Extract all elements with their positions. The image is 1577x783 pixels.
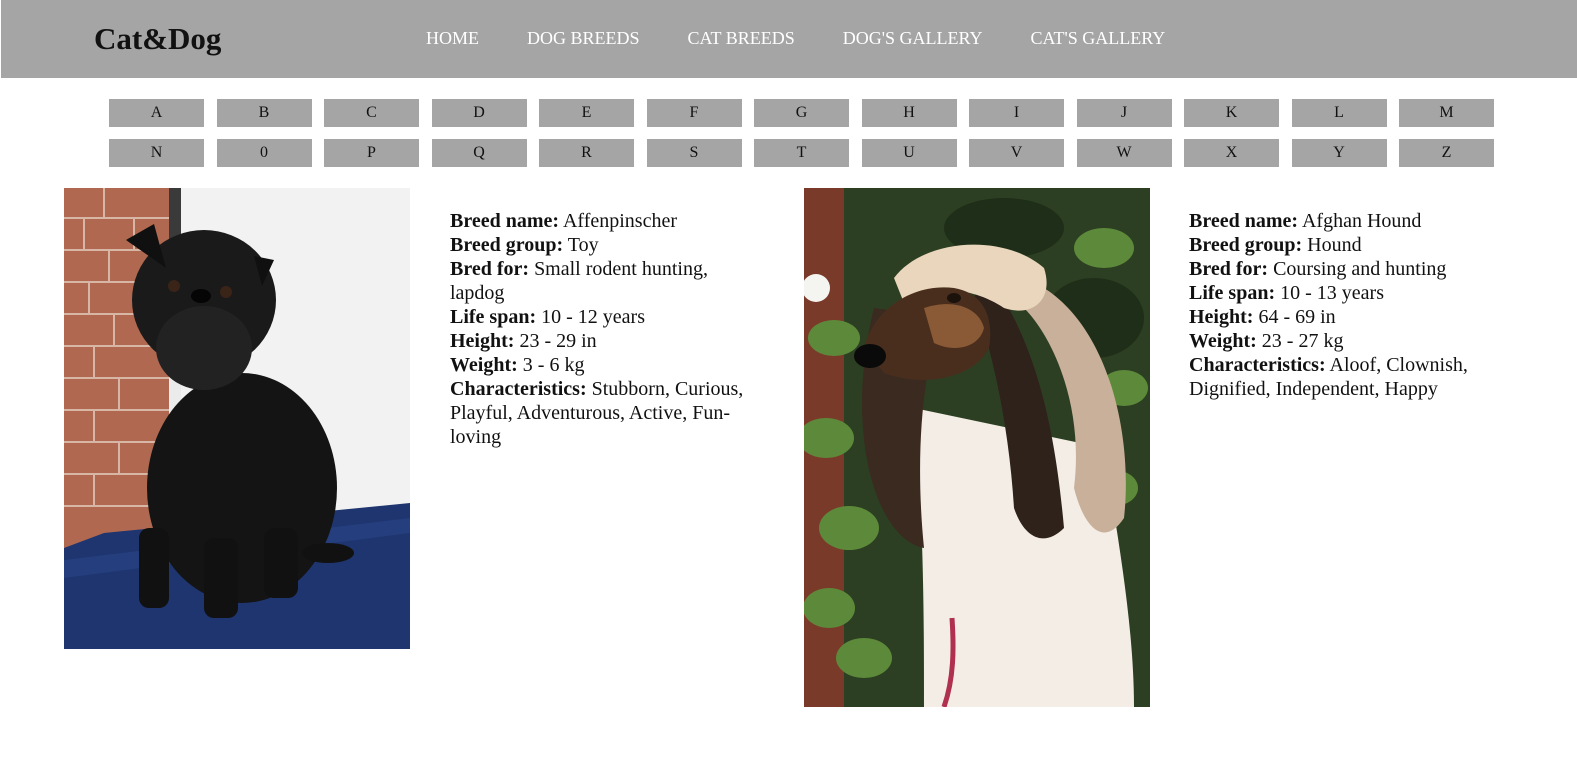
weight-label: Weight: [450, 354, 518, 376]
letter-button-s[interactable]: S [646, 139, 742, 167]
height-label: Height: [1189, 306, 1254, 328]
breed-photo-affenpinscher [64, 188, 410, 649]
characteristics-row: Characteristics: Stubborn, Curious, Play… [450, 377, 765, 449]
breed-name-value: Affenpinscher [562, 210, 678, 232]
characteristics-label: Characteristics: [450, 378, 587, 400]
alphabet-filter: A B C D E F G H I J K L M N 0 P Q R S T … [109, 99, 1494, 167]
letter-button-b[interactable]: B [216, 99, 312, 127]
height-row: Height: 23 - 29 in [450, 329, 765, 353]
weight-label: Weight: [1189, 330, 1257, 352]
letter-button-q[interactable]: Q [431, 139, 527, 167]
life-span-row: Life span: 10 - 12 years [450, 305, 765, 329]
bred-for-label: Bred for: [450, 258, 530, 280]
letter-button-g[interactable]: G [754, 99, 849, 127]
height-label: Height: [450, 330, 515, 352]
letter-button-j[interactable]: J [1076, 99, 1172, 127]
main-nav: HOME DOG BREEDS CAT BREEDS DOG'S GALLERY… [426, 27, 1165, 49]
breed-name-row: Breed name: Affenpinscher [450, 209, 765, 233]
letter-button-t[interactable]: T [754, 139, 849, 167]
navbar: Cat&Dog HOME DOG BREEDS CAT BREEDS DOG'S… [1, 0, 1577, 78]
letter-button-x[interactable]: X [1184, 139, 1279, 167]
letter-button-o[interactable]: 0 [216, 139, 312, 167]
breed-group-row: Breed group: Toy [450, 233, 765, 257]
breed-group-value: Toy [567, 234, 599, 256]
weight-value: 3 - 6 kg [522, 354, 585, 376]
breed-group-value: Hound [1307, 234, 1362, 256]
letter-button-w[interactable]: W [1076, 139, 1172, 167]
height-value: 23 - 29 in [519, 330, 597, 352]
site-logo[interactable]: Cat&Dog [94, 20, 221, 58]
letter-button-n[interactable]: N [109, 139, 204, 167]
height-row: Height: 64 - 69 in [1189, 305, 1519, 329]
characteristics-row: Characteristics: Aloof, Clownish, Dignif… [1189, 353, 1519, 401]
letter-button-z[interactable]: Z [1399, 139, 1494, 167]
breed-group-row: Breed group: Hound [1189, 233, 1519, 257]
letter-button-y[interactable]: Y [1291, 139, 1387, 167]
letter-button-d[interactable]: D [431, 99, 527, 127]
breed-name-label: Breed name: [450, 210, 560, 232]
breed-name-label: Breed name: [1189, 210, 1299, 232]
bred-for-row: Bred for: Small rodent hunting, lapdog [450, 257, 765, 305]
bred-for-row: Bred for: Coursing and hunting [1189, 257, 1519, 281]
breed-info-afghan-hound: Breed name: Afghan Hound Breed group: Ho… [1189, 209, 1519, 401]
nav-cats-gallery[interactable]: CAT'S GALLERY [1030, 27, 1165, 49]
letter-button-r[interactable]: R [539, 139, 634, 167]
characteristics-label: Characteristics: [1189, 354, 1326, 376]
letter-button-h[interactable]: H [861, 99, 957, 127]
weight-row: Weight: 3 - 6 kg [450, 353, 765, 377]
letter-button-l[interactable]: L [1291, 99, 1387, 127]
life-span-label: Life span: [450, 306, 537, 328]
life-span-value: 10 - 12 years [541, 306, 645, 328]
breed-name-row: Breed name: Afghan Hound [1189, 209, 1519, 233]
nav-home[interactable]: HOME [426, 27, 479, 49]
breed-photo-afghan-hound [804, 188, 1150, 707]
height-value: 64 - 69 in [1258, 306, 1336, 328]
letter-button-e[interactable]: E [539, 99, 634, 127]
letter-button-p[interactable]: P [324, 139, 419, 167]
weight-row: Weight: 23 - 27 kg [1189, 329, 1519, 353]
life-span-value: 10 - 13 years [1280, 282, 1384, 304]
letter-button-k[interactable]: K [1184, 99, 1279, 127]
breed-group-label: Breed group: [1189, 234, 1303, 256]
bred-for-label: Bred for: [1189, 258, 1269, 280]
life-span-row: Life span: 10 - 13 years [1189, 281, 1519, 305]
life-span-label: Life span: [1189, 282, 1276, 304]
breed-info-affenpinscher: Breed name: Affenpinscher Breed group: T… [450, 209, 765, 449]
breed-group-label: Breed group: [450, 234, 564, 256]
bred-for-value: Coursing and hunting [1273, 258, 1447, 280]
letter-button-c[interactable]: C [324, 99, 419, 127]
breed-name-value: Afghan Hound [1301, 210, 1422, 232]
nav-dogs-gallery[interactable]: DOG'S GALLERY [843, 27, 983, 49]
letter-button-m[interactable]: M [1399, 99, 1494, 127]
letter-button-f[interactable]: F [646, 99, 742, 127]
letter-button-i[interactable]: I [969, 99, 1064, 127]
letter-button-v[interactable]: V [969, 139, 1064, 167]
weight-value: 23 - 27 kg [1261, 330, 1344, 352]
letter-button-u[interactable]: U [861, 139, 957, 167]
nav-cat-breeds[interactable]: CAT BREEDS [688, 27, 795, 49]
nav-dog-breeds[interactable]: DOG BREEDS [527, 27, 640, 49]
letter-button-a[interactable]: A [109, 99, 204, 127]
